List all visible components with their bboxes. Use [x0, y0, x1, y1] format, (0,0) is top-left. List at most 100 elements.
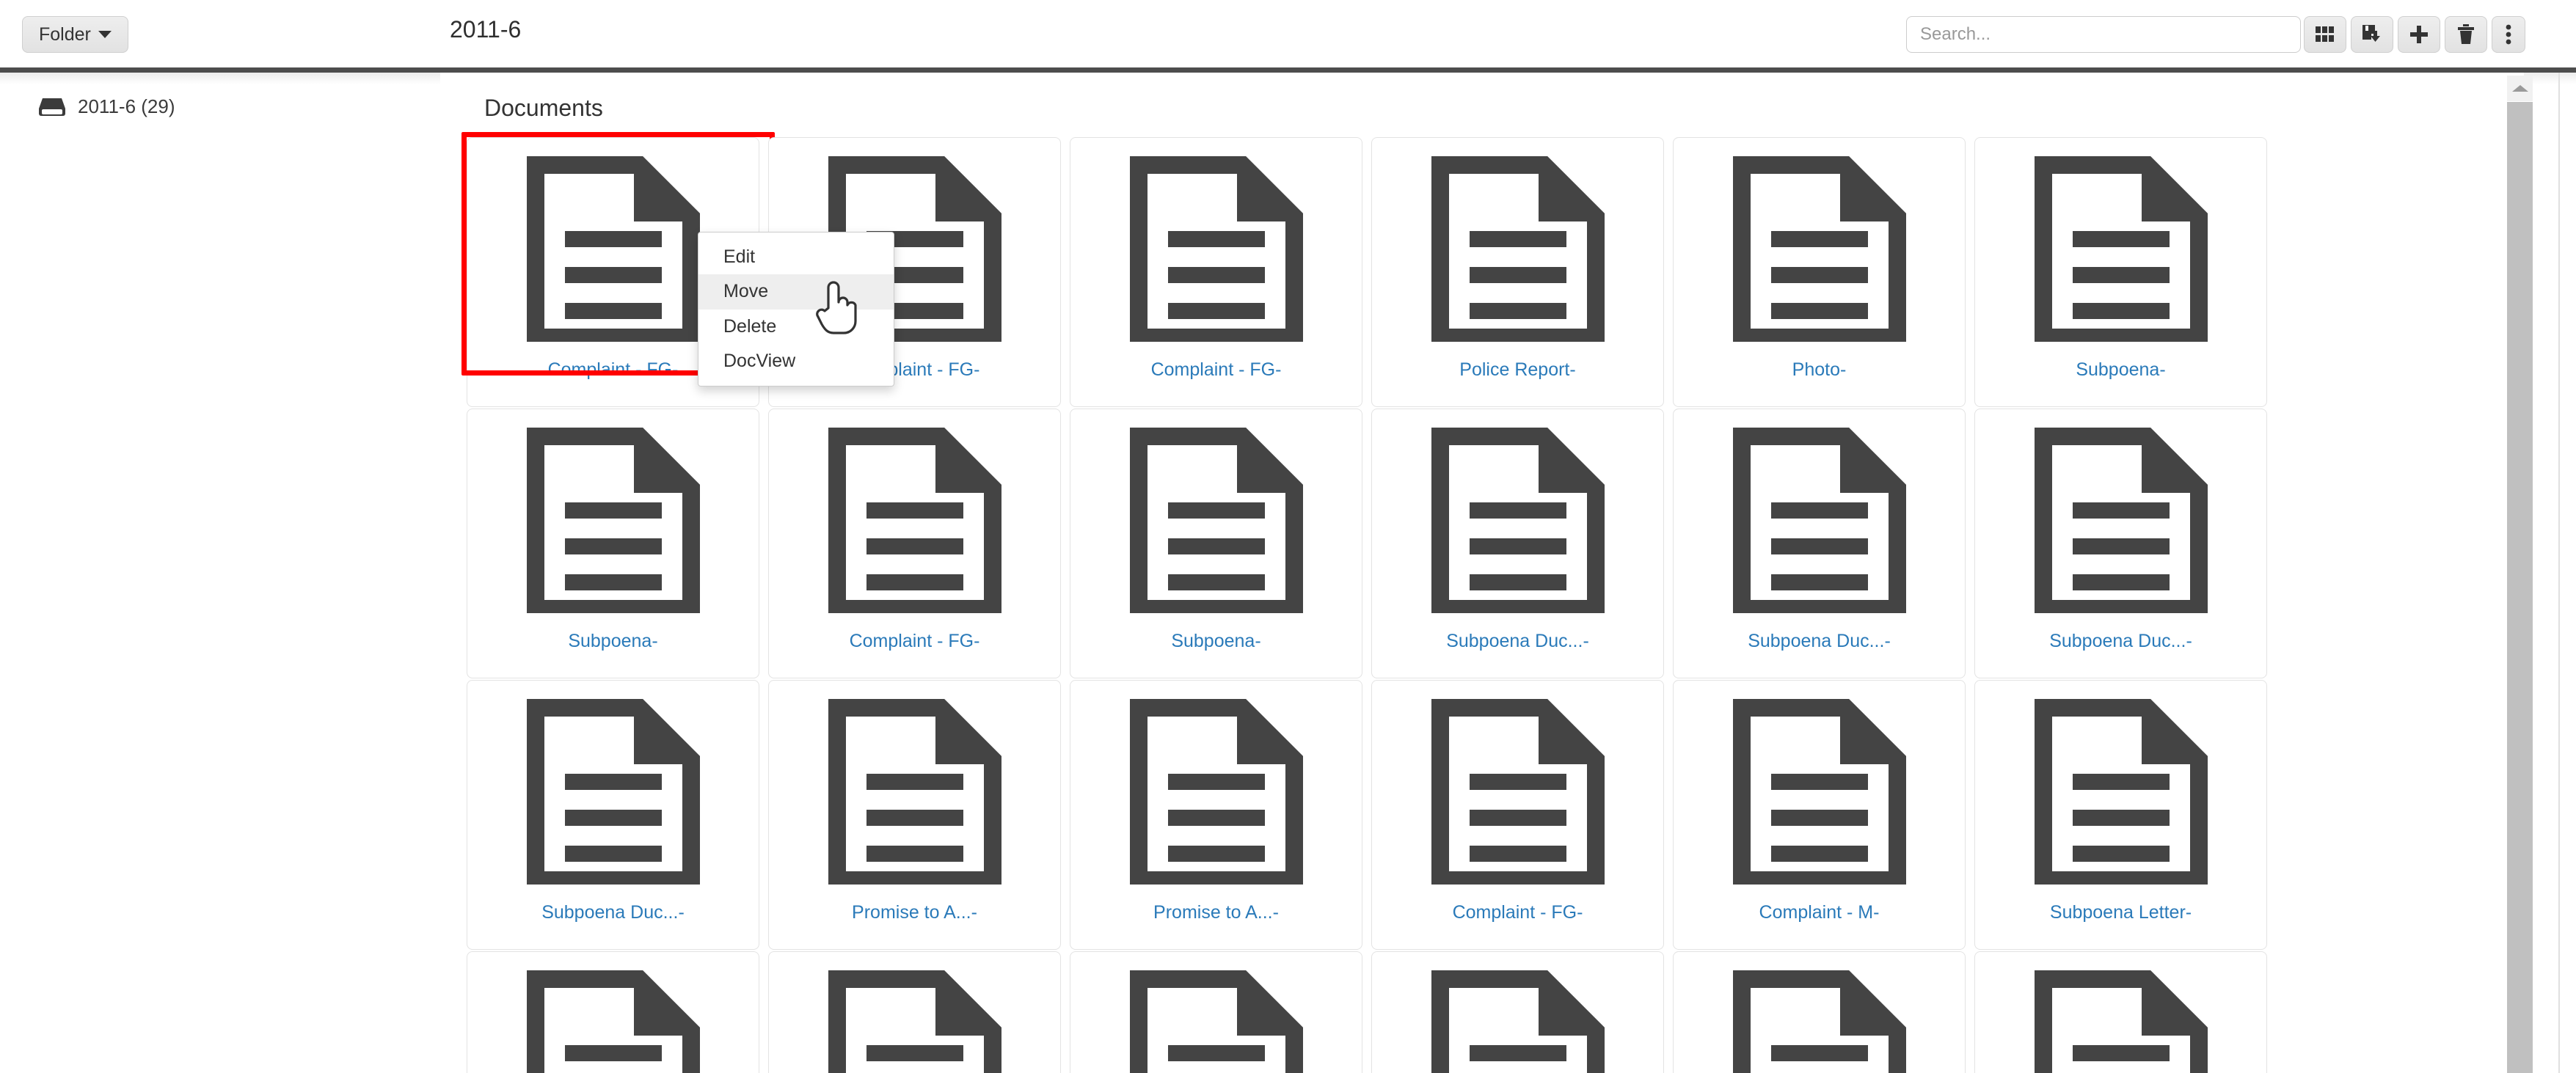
sidebar: 2011-6 (29) — [0, 84, 440, 1073]
document-thumbnail[interactable] — [1674, 409, 1965, 631]
top-toolbar: Folder 2011-6 — [0, 0, 2576, 67]
document-tile[interactable] — [768, 951, 1061, 1073]
content-area: Documents Complaint - FG- Complaint - FG-… — [440, 73, 2524, 1073]
document-label[interactable]: Complaint - FG- — [769, 631, 1060, 652]
trash-icon — [2458, 24, 2474, 44]
document-thumbnail[interactable] — [769, 409, 1060, 631]
more-options-button[interactable] — [2492, 16, 2525, 53]
document-icon — [1129, 970, 1303, 1073]
folder-dropdown-button[interactable]: Folder — [22, 16, 128, 53]
page-title: 2011-6 — [450, 16, 522, 43]
document-label[interactable]: Complaint - FG- — [1070, 359, 1362, 381]
document-tile[interactable]: Photo- — [1673, 137, 1966, 407]
context-menu[interactable]: Edit Move Delete DocView — [698, 232, 894, 387]
document-thumbnail[interactable] — [467, 952, 759, 1073]
document-tile[interactable]: Complaint - M- — [1673, 680, 1966, 950]
document-icon — [526, 155, 700, 342]
chevron-down-icon — [98, 31, 112, 38]
document-tile[interactable]: Promise to A...- — [1070, 680, 1362, 950]
document-label[interactable]: Subpoena- — [467, 631, 759, 652]
document-label[interactable]: Subpoena Duc...- — [1975, 631, 2266, 652]
context-menu-item[interactable]: Move — [698, 274, 894, 310]
document-label[interactable]: Subpoena Duc...- — [1372, 631, 1663, 652]
document-label[interactable]: Subpoena Letter- — [1975, 902, 2266, 923]
document-label[interactable]: Police Report- — [1372, 359, 1663, 381]
document-icon — [1431, 155, 1605, 342]
more-vertical-icon — [2506, 24, 2511, 45]
document-icon — [2034, 970, 2208, 1073]
document-tile[interactable]: Complaint - FG- — [768, 409, 1061, 678]
document-thumbnail[interactable] — [467, 681, 759, 902]
document-thumbnail[interactable] — [1070, 409, 1362, 631]
document-thumbnail[interactable] — [1070, 138, 1362, 359]
document-label[interactable]: Complaint - FG- — [1372, 902, 1663, 923]
document-tile[interactable]: Subpoena- — [467, 409, 759, 678]
document-label[interactable]: Photo- — [1674, 359, 1965, 381]
document-tile[interactable]: Complaint - FG- — [1070, 137, 1362, 407]
vertical-scrollbar[interactable] — [2507, 76, 2533, 1073]
document-thumbnail[interactable] — [769, 952, 1060, 1073]
document-icon — [1431, 970, 1605, 1073]
document-thumbnail[interactable] — [1975, 952, 2266, 1073]
document-tile[interactable]: Promise to A...- — [768, 680, 1061, 950]
document-thumbnail[interactable] — [1975, 409, 2266, 631]
document-tile[interactable]: Subpoena Duc...- — [467, 680, 759, 950]
document-tile[interactable]: Subpoena Letter- — [1974, 680, 2267, 950]
document-icon — [2034, 427, 2208, 613]
document-label[interactable]: Complaint - M- — [1674, 902, 1965, 923]
document-thumbnail[interactable] — [1975, 681, 2266, 902]
document-tile[interactable]: Subpoena- — [1974, 137, 2267, 407]
document-thumbnail[interactable] — [1070, 681, 1362, 902]
folder-dropdown-label: Folder — [39, 23, 91, 45]
document-thumbnail[interactable] — [1975, 138, 2266, 359]
context-menu-item[interactable]: DocView — [698, 344, 894, 378]
add-button[interactable] — [2398, 16, 2440, 53]
document-label[interactable]: Subpoena Duc...- — [1674, 631, 1965, 652]
document-icon — [828, 698, 1001, 885]
document-icon — [526, 427, 700, 613]
document-thumbnail[interactable] — [1372, 409, 1663, 631]
document-thumbnail[interactable] — [1372, 681, 1663, 902]
delete-button[interactable] — [2445, 16, 2487, 53]
save-button[interactable] — [2351, 16, 2393, 53]
context-menu-item[interactable]: Delete — [698, 310, 894, 344]
document-tile[interactable] — [1673, 951, 1966, 1073]
document-icon — [1431, 698, 1605, 885]
save-icon — [2362, 25, 2380, 42]
document-thumbnail[interactable] — [1372, 952, 1663, 1073]
document-thumbnail[interactable] — [1674, 952, 1965, 1073]
sidebar-item-2011-6[interactable]: 2011-6 (29) — [38, 95, 175, 118]
search-input[interactable] — [1906, 16, 2301, 53]
document-label[interactable]: Promise to A...- — [1070, 902, 1362, 923]
document-tile[interactable]: Subpoena Duc...- — [1371, 409, 1664, 678]
scrollbar-thumb[interactable] — [2507, 102, 2533, 1073]
document-thumbnail[interactable] — [1674, 138, 1965, 359]
plus-icon — [2410, 26, 2428, 43]
document-label[interactable]: Subpoena Duc...- — [467, 902, 759, 923]
document-label[interactable]: Promise to A...- — [769, 902, 1060, 923]
document-tile[interactable]: Subpoena Duc...- — [1673, 409, 1966, 678]
document-thumbnail[interactable] — [1674, 681, 1965, 902]
document-tile[interactable]: Subpoena- — [1070, 409, 1362, 678]
document-tile[interactable] — [467, 951, 759, 1073]
document-icon — [526, 698, 700, 885]
document-label[interactable]: Subpoena- — [1975, 359, 2266, 381]
document-tile[interactable]: Police Report- — [1371, 137, 1664, 407]
scrollbar-up-button[interactable] — [2507, 76, 2533, 101]
section-title: Documents — [484, 95, 603, 121]
grid-view-button[interactable] — [2304, 16, 2346, 53]
document-thumbnail[interactable] — [1070, 952, 1362, 1073]
document-label[interactable]: Subpoena- — [1070, 631, 1362, 652]
sidebar-item-label: 2011-6 (29) — [78, 95, 175, 117]
document-icon — [1732, 970, 1906, 1073]
document-tile[interactable] — [1974, 951, 2267, 1073]
document-thumbnail[interactable] — [467, 409, 759, 631]
document-tile[interactable]: Complaint - FG- — [1371, 680, 1664, 950]
context-menu-item[interactable]: Edit — [698, 240, 894, 274]
document-thumbnail[interactable] — [1372, 138, 1663, 359]
document-icon — [1431, 427, 1605, 613]
document-tile[interactable] — [1070, 951, 1362, 1073]
document-tile[interactable]: Subpoena Duc...- — [1974, 409, 2267, 678]
document-tile[interactable] — [1371, 951, 1664, 1073]
document-thumbnail[interactable] — [769, 681, 1060, 902]
